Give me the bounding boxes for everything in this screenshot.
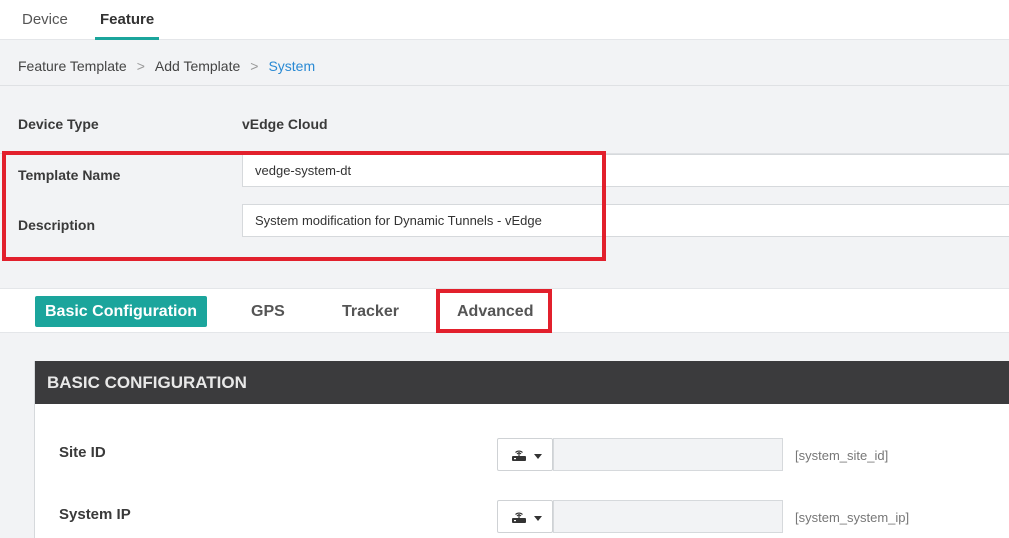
section-body: Site ID [system_site_id] System IP [syst…	[35, 404, 1009, 538]
tab-basic-configuration[interactable]: Basic Configuration	[35, 296, 208, 327]
breadcrumb-separator: >	[136, 58, 145, 74]
chevron-down-icon	[534, 516, 542, 521]
system-ip-scope-dropdown[interactable]	[497, 500, 553, 533]
system-ip-variable: [system_system_ip]	[795, 510, 910, 525]
site-id-scope-dropdown[interactable]	[497, 438, 553, 471]
breadcrumb-system: System	[268, 58, 316, 74]
top-tab-bar: Device Feature	[0, 0, 1009, 40]
site-id-label: Site ID	[59, 444, 106, 461]
breadcrumb-feature-template[interactable]: Feature Template	[18, 58, 127, 74]
tab-device[interactable]: Device	[17, 0, 73, 40]
tab-tracker[interactable]: Tracker	[332, 296, 409, 327]
breadcrumb: Feature Template > Add Template > System	[0, 40, 1009, 86]
device-type-value: vEdge Cloud	[242, 116, 328, 132]
device-type-label: Device Type	[18, 116, 99, 132]
highlight-box-template-fields	[2, 151, 606, 261]
breadcrumb-add-template[interactable]: Add Template	[155, 58, 240, 74]
chevron-down-icon	[534, 454, 542, 459]
tab-feature[interactable]: Feature	[95, 0, 160, 40]
site-id-variable: [system_site_id]	[795, 448, 889, 463]
section-header: BASIC CONFIGURATION	[35, 361, 1009, 404]
tab-gps[interactable]: GPS	[241, 296, 295, 327]
device-specific-icon	[512, 450, 526, 461]
system-ip-label: System IP	[59, 506, 131, 523]
highlight-box-advanced-tab	[436, 289, 552, 333]
device-specific-icon	[512, 512, 526, 523]
basic-configuration-section: BASIC CONFIGURATION Site ID [system_site…	[34, 361, 1009, 538]
site-id-input[interactable]	[553, 438, 783, 471]
breadcrumb-separator: >	[250, 58, 259, 74]
system-ip-input[interactable]	[553, 500, 783, 533]
